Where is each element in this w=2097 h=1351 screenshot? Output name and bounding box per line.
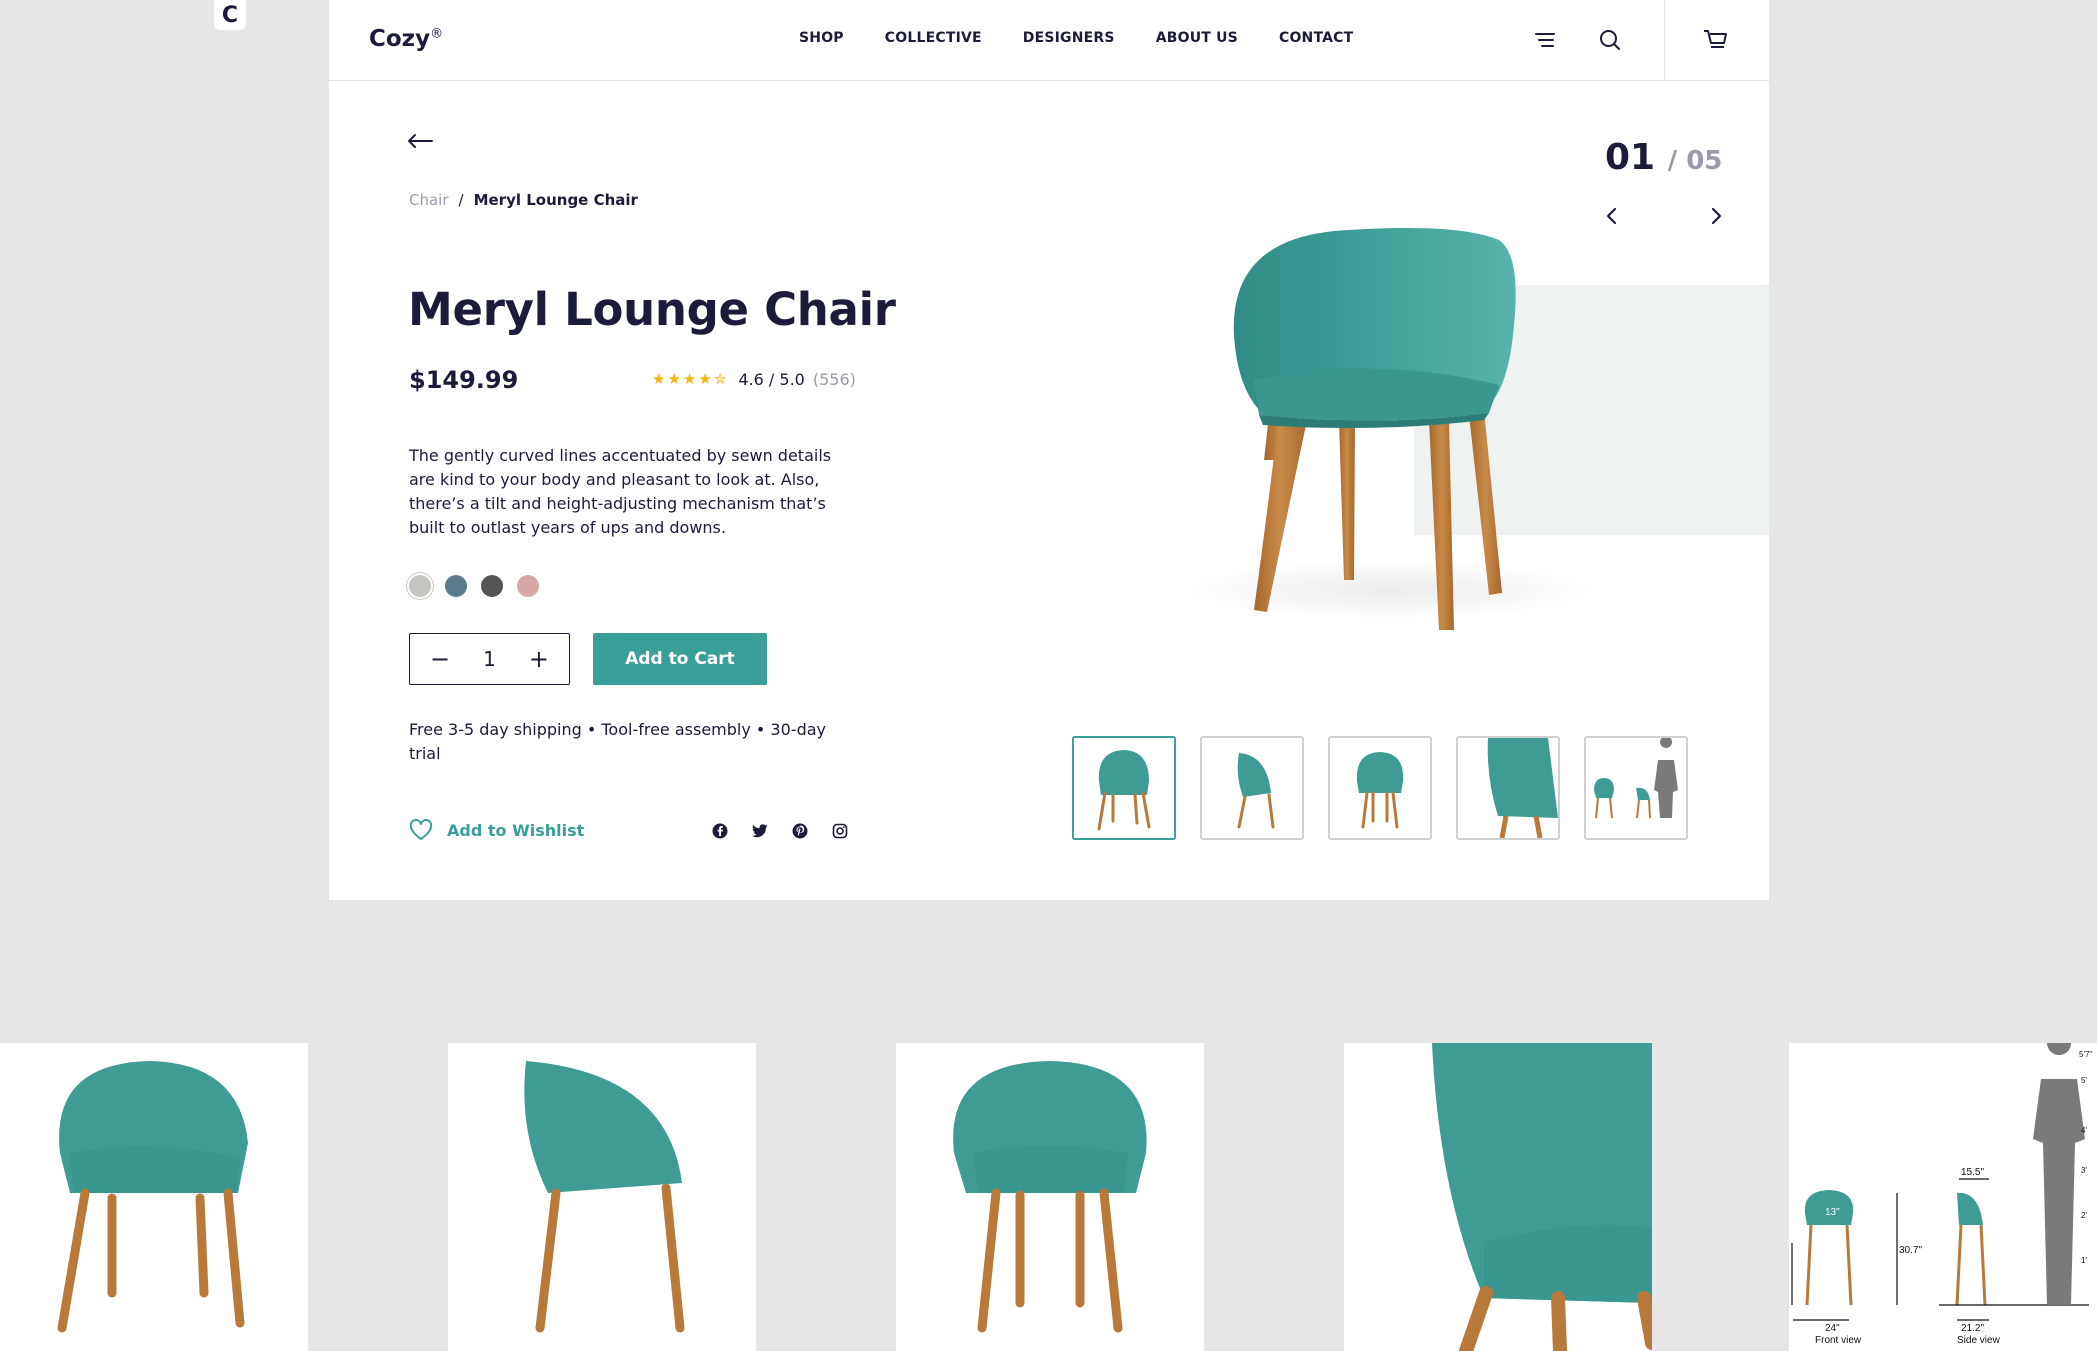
dim-21-2: 21.2" xyxy=(1961,1323,1984,1334)
dim-5ft: 5' xyxy=(2081,1076,2087,1085)
menu-collective[interactable]: COLLECTIVE xyxy=(885,30,982,46)
heart-icon xyxy=(409,819,433,840)
menu-contact[interactable]: CONTACT xyxy=(1279,30,1353,46)
favicon: C xyxy=(214,0,246,30)
breadcrumb: Chair / Meryl Lounge Chair xyxy=(409,191,638,209)
gallery-tile-front-angle xyxy=(0,1043,308,1351)
dim-2ft: 2' xyxy=(2081,1211,2087,1220)
chevron-right-icon[interactable] xyxy=(1709,206,1723,230)
menu-shop[interactable]: SHOP xyxy=(799,30,844,46)
menu-designers[interactable]: DESIGNERS xyxy=(1023,30,1115,46)
breadcrumb-separator: / xyxy=(458,191,464,209)
rating-value: 4.6 / 5.0 xyxy=(738,370,805,389)
thumbnail-3[interactable] xyxy=(1328,736,1432,840)
decrement-button[interactable]: − xyxy=(430,647,450,671)
main-menu: SHOP COLLECTIVE DESIGNERS ABOUT US CONTA… xyxy=(799,30,1353,46)
menu-lines-icon[interactable] xyxy=(1531,26,1559,54)
back-arrow-icon[interactable] xyxy=(407,133,433,153)
star-icon: ★ xyxy=(682,370,697,388)
star-icon: ★ xyxy=(698,370,712,388)
cart-icon[interactable] xyxy=(1701,26,1729,54)
rating: ★ ★ ★ ★ ✮ 4.6 / 5.0 (556) xyxy=(652,370,856,389)
thumbnail-5[interactable] xyxy=(1584,736,1688,840)
shipping-info: Free 3-5 day shipping • Tool-free assemb… xyxy=(409,720,826,763)
top-nav: Cozy® SHOP COLLECTIVE DESIGNERS ABOUT US… xyxy=(329,0,1769,81)
dim-5-7: 5'7" xyxy=(2079,1050,2092,1059)
add-to-cart-button[interactable]: Add to Cart xyxy=(593,633,767,685)
menu-about-us[interactable]: ABOUT US xyxy=(1156,30,1238,46)
star-icon: ★ xyxy=(667,370,681,388)
star-icon: ★ xyxy=(652,370,666,388)
color-swatch[interactable] xyxy=(517,575,539,597)
rating-stars: ★ ★ ★ ★ ✮ xyxy=(652,372,726,387)
dim-4ft: 4' xyxy=(2081,1126,2087,1135)
gallery-tile-front xyxy=(896,1043,1204,1351)
gallery-tile-closeup xyxy=(1344,1043,1652,1351)
dim-side-view: Side view xyxy=(1957,1335,2001,1346)
rating-count[interactable]: (556) xyxy=(813,370,856,389)
slide-current: 01 xyxy=(1605,137,1656,178)
wishlist-label: Add to Wishlist xyxy=(447,820,585,840)
facebook-icon[interactable] xyxy=(711,822,729,840)
dim-30-7: 30.7" xyxy=(1899,1245,1922,1256)
twitter-icon[interactable] xyxy=(751,822,769,840)
dim-1ft: 1' xyxy=(2081,1256,2087,1265)
pinterest-icon[interactable] xyxy=(791,822,809,840)
increment-button[interactable]: + xyxy=(529,647,549,671)
thumbnail-2[interactable] xyxy=(1200,736,1304,840)
dim-3ft: 3' xyxy=(2081,1166,2087,1175)
quantity-value[interactable]: 1 xyxy=(483,647,496,671)
breadcrumb-parent[interactable]: Chair xyxy=(409,191,449,209)
color-swatch[interactable] xyxy=(481,575,503,597)
gallery-tile-side xyxy=(448,1043,756,1351)
quantity-stepper: − 1 + xyxy=(409,633,570,685)
color-swatches xyxy=(409,575,539,597)
slide-counter: 01 / 05 xyxy=(1605,137,1722,178)
dim-24: 24" xyxy=(1825,1323,1840,1334)
breadcrumb-current: Meryl Lounge Chair xyxy=(473,191,638,209)
social-links xyxy=(711,822,849,840)
slide-total: / 05 xyxy=(1667,146,1723,176)
gallery-tile-dimensions: 13" 30.7" 24" Front view 15.5" 21.2" Sid… xyxy=(1789,1043,2097,1351)
dim-front-view: Front view xyxy=(1815,1335,1862,1346)
color-swatch[interactable] xyxy=(409,575,431,597)
dim-13: 13" xyxy=(1825,1207,1840,1218)
search-icon[interactable] xyxy=(1596,26,1624,54)
product-title: Meryl Lounge Chair xyxy=(408,283,896,336)
thumbnail-4[interactable] xyxy=(1456,736,1560,840)
hero-chair-image xyxy=(1159,215,1659,655)
dim-15-5: 15.5" xyxy=(1961,1167,1984,1178)
add-to-wishlist-button[interactable]: Add to Wishlist xyxy=(409,819,584,841)
star-icon: ✮ xyxy=(713,370,727,388)
product-card: Cozy® SHOP COLLECTIVE DESIGNERS ABOUT US… xyxy=(329,0,1769,900)
color-swatch[interactable] xyxy=(445,575,467,597)
product-price: $149.99 xyxy=(409,366,519,394)
instagram-icon[interactable] xyxy=(831,822,849,840)
logo[interactable]: Cozy® xyxy=(369,26,443,52)
product-description: The gently curved lines accentuated by s… xyxy=(409,446,832,537)
thumbnail-1[interactable] xyxy=(1072,736,1176,840)
thumbnail-strip xyxy=(1072,736,1688,840)
nav-divider xyxy=(1664,0,1665,81)
